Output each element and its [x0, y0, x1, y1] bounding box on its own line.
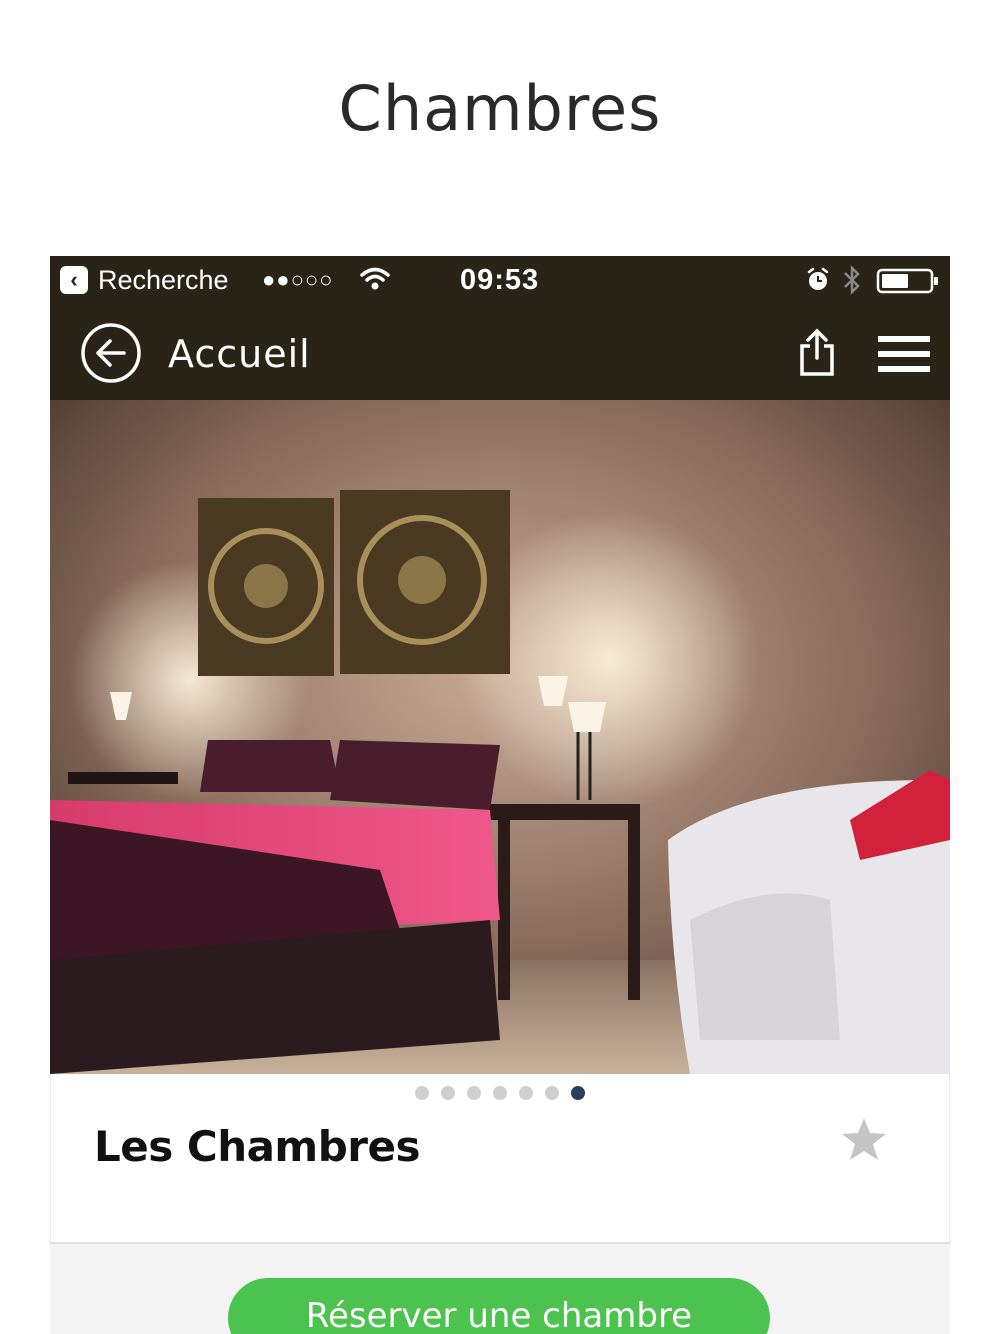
battery-icon: [876, 268, 938, 294]
carousel-dot[interactable]: [545, 1086, 559, 1100]
phone-screenshot: ‹ Recherche ●●○○○ 09:53 Accueil Les Cham…: [50, 256, 950, 1334]
share-icon[interactable]: [796, 328, 838, 378]
signal-strength: ●●○○○: [262, 267, 334, 292]
back-to-app[interactable]: ‹ Recherche: [60, 264, 229, 295]
status-time: 09:53: [460, 264, 540, 296]
menu-icon[interactable]: [878, 334, 930, 374]
room-photo[interactable]: [50, 400, 950, 1074]
room-title: Les Chambres: [94, 1122, 420, 1171]
star-icon[interactable]: [840, 1116, 888, 1162]
carousel-dot[interactable]: [467, 1086, 481, 1100]
back-app-icon: ‹: [60, 266, 88, 294]
carousel-dot[interactable]: [519, 1086, 533, 1100]
nav-bar: Accueil: [50, 304, 950, 400]
carousel-dot-active[interactable]: [571, 1086, 585, 1100]
carousel-pagination[interactable]: [50, 1086, 950, 1102]
carousel-dot[interactable]: [415, 1086, 429, 1100]
page-title: Chambres: [338, 72, 662, 145]
bluetooth-icon: [844, 264, 860, 296]
book-room-button[interactable]: Réserver une chambre: [228, 1278, 770, 1334]
wifi-icon: [360, 267, 390, 290]
carousel-dot[interactable]: [493, 1086, 507, 1100]
booking-bar: Réserver une chambre: [50, 1242, 950, 1334]
back-app-label: Recherche: [98, 264, 229, 295]
carousel-dot[interactable]: [441, 1086, 455, 1100]
back-arrow-icon[interactable]: [80, 322, 142, 384]
status-bar: ‹ Recherche ●●○○○ 09:53: [50, 256, 950, 304]
nav-title: Accueil: [168, 332, 311, 376]
alarm-icon: [807, 267, 829, 290]
